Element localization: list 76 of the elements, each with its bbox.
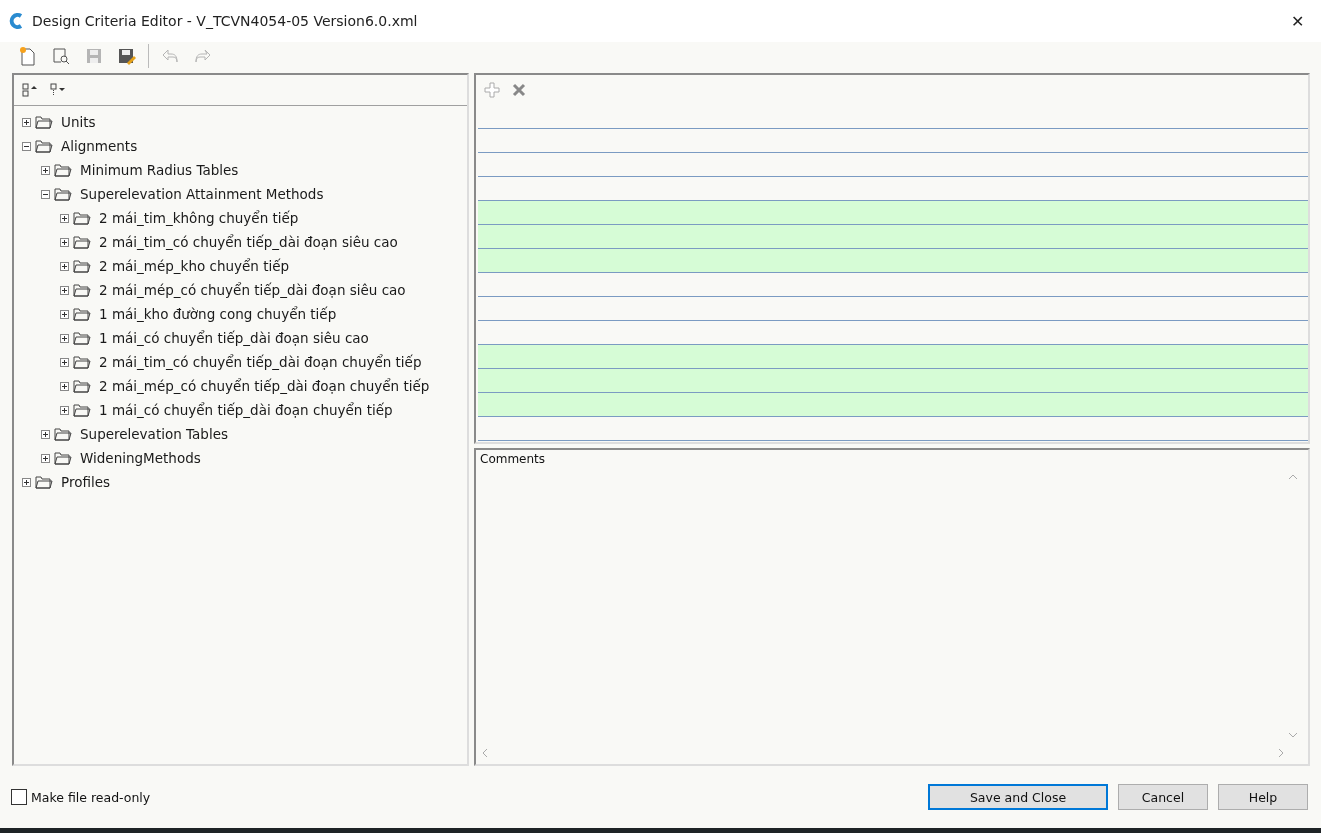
- expand-icon[interactable]: [41, 453, 50, 463]
- folder-icon: [54, 187, 72, 201]
- expand-icon[interactable]: [22, 117, 31, 127]
- tree-item[interactable]: 1 mái_kho đường cong chuyển tiếp: [99, 306, 337, 322]
- folder-icon: [73, 211, 91, 225]
- tree-item[interactable]: 2 mái_tim_có chuyển tiếp_dài đoạn siêu cao: [99, 234, 398, 250]
- scroll-up-icon[interactable]: [1288, 474, 1298, 480]
- collapse-all-icon[interactable]: [50, 83, 66, 97]
- folder-icon: [35, 139, 53, 153]
- scroll-right-icon[interactable]: [1278, 748, 1284, 758]
- folder-icon: [54, 163, 72, 177]
- grid-row[interactable]: [478, 345, 1308, 369]
- tree-item[interactable]: Alignments: [61, 138, 138, 154]
- folder-icon: [73, 307, 91, 321]
- collapse-icon[interactable]: [41, 189, 50, 199]
- expand-icon[interactable]: [22, 477, 31, 487]
- scroll-left-icon[interactable]: [482, 748, 488, 758]
- comments-label: Comments: [479, 451, 547, 468]
- grid-row[interactable]: [478, 225, 1308, 249]
- redo-icon: [194, 48, 212, 64]
- expand-icon[interactable]: [60, 405, 69, 415]
- folder-icon: [73, 355, 91, 369]
- tree-item[interactable]: 2 mái_tim_có chuyển tiếp_dài đoạn chuyển tiếp: [99, 354, 422, 370]
- folder-icon: [73, 403, 91, 417]
- expand-icon[interactable]: [60, 333, 69, 343]
- grid-row[interactable]: [478, 369, 1308, 393]
- tree-item[interactable]: Superelevation Attainment Methods: [80, 186, 324, 202]
- app-logo-icon: [8, 12, 24, 30]
- folder-icon: [73, 331, 91, 345]
- tree-item[interactable]: Superelevation Tables: [80, 426, 228, 442]
- folder-icon: [73, 283, 91, 297]
- folder-icon: [35, 475, 53, 489]
- folder-icon: [73, 379, 91, 393]
- grid-row[interactable]: [478, 201, 1308, 225]
- folder-icon: [54, 427, 72, 441]
- window-title: Design Criteria Editor - V_TCVN4054-05 Version6.0.xml: [32, 13, 419, 29]
- expand-icon[interactable]: [41, 165, 50, 175]
- tree-item[interactable]: 2 mái_mép_kho chuyển tiếp: [99, 258, 290, 274]
- expand-icon[interactable]: [60, 237, 69, 247]
- delete-icon[interactable]: [512, 83, 526, 97]
- new-file-icon: [19, 46, 37, 66]
- save-icon: [85, 47, 103, 65]
- expand-icon[interactable]: [60, 357, 69, 367]
- tree-item[interactable]: 2 mái_tim_không chuyển tiếp: [99, 210, 299, 226]
- collapse-icon[interactable]: [22, 141, 31, 151]
- tree-item[interactable]: Minimum Radius Tables: [80, 162, 239, 178]
- scroll-down-icon[interactable]: [1288, 732, 1298, 738]
- folder-icon: [73, 235, 91, 249]
- preview-icon: [52, 47, 70, 65]
- close-button[interactable]: ✕: [1281, 5, 1313, 37]
- tree-item[interactable]: 2 mái_mép_có chuyển tiếp_dài đoạn chuyển tiếp: [99, 378, 430, 394]
- expand-icon[interactable]: [60, 381, 69, 391]
- folder-icon: [54, 451, 72, 465]
- dialog-button[interactable]: Help: [1218, 784, 1308, 810]
- expand-icon[interactable]: [60, 309, 69, 319]
- expand-icon[interactable]: [60, 213, 69, 223]
- checkbox-label: Make file read-only: [31, 789, 151, 805]
- tree-item[interactable]: 1 mái_có chuyển tiếp_dài đoạn chuyển tiếp: [99, 402, 393, 418]
- expand-icon[interactable]: [41, 429, 50, 439]
- dialog-button[interactable]: Save and Close: [928, 784, 1108, 810]
- grid-row[interactable]: [478, 249, 1308, 273]
- tree-item[interactable]: WideningMethods: [80, 450, 201, 466]
- undo-icon: [161, 48, 179, 64]
- tree-item[interactable]: Profiles: [61, 474, 110, 490]
- expand-icon[interactable]: [60, 261, 69, 271]
- save-as-icon: [118, 47, 136, 65]
- checkbox[interactable]: [11, 789, 27, 805]
- tree-item[interactable]: Units: [61, 114, 96, 130]
- folder-icon: [35, 115, 53, 129]
- dialog-button[interactable]: Cancel: [1118, 784, 1208, 810]
- tree-item[interactable]: 1 mái_có chuyển tiếp_dài đoạn siêu cao: [99, 330, 369, 346]
- expand-all-icon[interactable]: [22, 83, 38, 97]
- tree-item[interactable]: 2 mái_mép_có chuyển tiếp_dài đoạn siêu cao: [99, 282, 406, 298]
- expand-icon[interactable]: [60, 285, 69, 295]
- grid-row[interactable]: [478, 393, 1308, 417]
- folder-icon: [73, 259, 91, 273]
